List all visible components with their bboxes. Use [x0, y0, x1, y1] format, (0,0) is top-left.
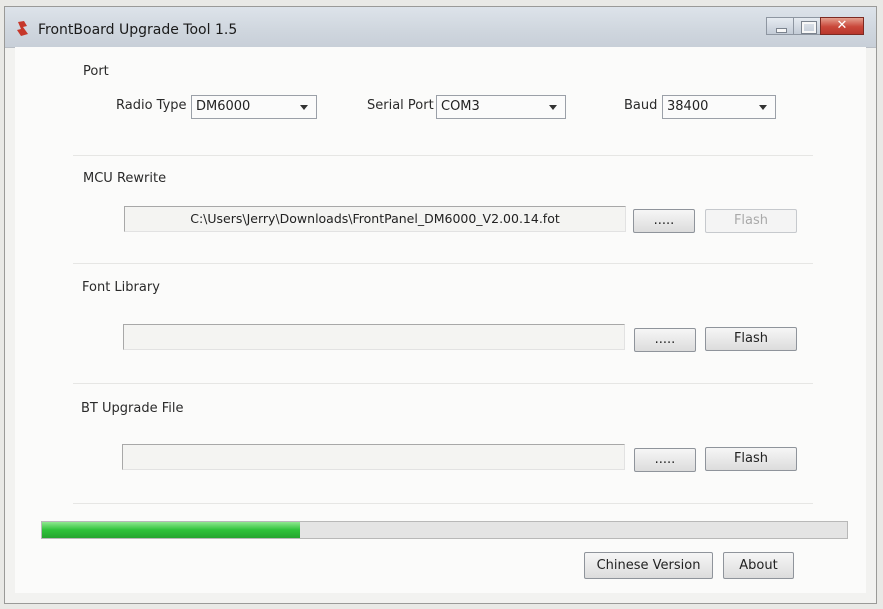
close-button[interactable]: ✕	[820, 17, 864, 35]
main-panel: Port Radio Type DM6000 Serial Port COM3 …	[15, 47, 866, 593]
app-window: FrontBoard Upgrade Tool 1.5 ✕ Port Radio…	[4, 6, 877, 604]
app-logo-icon	[17, 21, 28, 36]
radio-type-select[interactable]: DM6000	[191, 95, 317, 119]
close-icon: ✕	[836, 18, 848, 33]
baud-select[interactable]: 38400	[662, 95, 776, 119]
mcu-path-field[interactable]: C:\Users\Jerry\Downloads\FrontPanel_DM60…	[124, 206, 626, 232]
font-browse-button[interactable]: .....	[634, 328, 696, 352]
baud-value: 38400	[667, 99, 709, 114]
minimize-button[interactable]	[766, 17, 794, 35]
serial-port-select[interactable]: COM3	[436, 95, 566, 119]
font-library-label: Font Library	[82, 280, 160, 295]
port-section-label: Port	[83, 64, 109, 79]
progress-bar	[41, 521, 848, 539]
bt-browse-button[interactable]: .....	[634, 448, 696, 472]
divider	[73, 383, 813, 384]
bt-upgrade-label: BT Upgrade File	[81, 401, 184, 416]
window-title: FrontBoard Upgrade Tool 1.5	[38, 22, 238, 38]
title-bar[interactable]: FrontBoard Upgrade Tool 1.5 ✕	[5, 7, 876, 48]
font-path-field[interactable]	[123, 324, 625, 350]
mcu-path-value: C:\Users\Jerry\Downloads\FrontPanel_DM60…	[190, 211, 560, 226]
mcu-flash-button[interactable]: Flash	[705, 209, 797, 233]
font-flash-button[interactable]: Flash	[705, 327, 797, 351]
chinese-version-button[interactable]: Chinese Version	[584, 552, 713, 579]
bt-path-field[interactable]	[122, 444, 625, 470]
chevron-down-icon	[759, 105, 767, 110]
radio-type-value: DM6000	[196, 99, 251, 114]
divider	[73, 503, 813, 504]
baud-label: Baud	[624, 98, 658, 113]
mcu-browse-button[interactable]: .....	[633, 209, 695, 233]
bt-flash-button[interactable]: Flash	[705, 447, 797, 471]
maximize-button[interactable]	[793, 17, 821, 35]
serial-port-value: COM3	[441, 99, 480, 114]
mcu-rewrite-label: MCU Rewrite	[83, 171, 167, 186]
radio-type-label: Radio Type	[116, 98, 187, 113]
divider	[73, 155, 813, 156]
divider	[73, 263, 813, 264]
serial-port-label: Serial Port	[367, 98, 434, 113]
chevron-down-icon	[549, 105, 557, 110]
progress-bar-fill	[42, 522, 300, 538]
chevron-down-icon	[300, 105, 308, 110]
about-button[interactable]: About	[723, 552, 794, 579]
window-controls: ✕	[766, 17, 864, 39]
